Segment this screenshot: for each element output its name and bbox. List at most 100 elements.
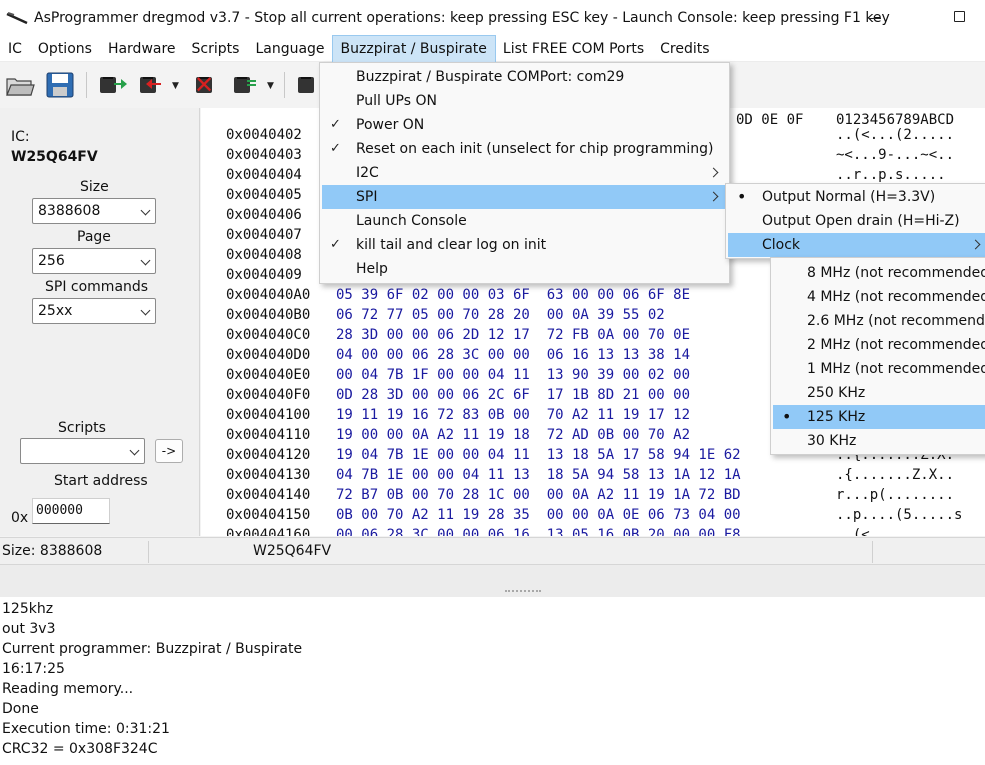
start-address-input[interactable]: 000000 [32,498,110,524]
hex-bytes[interactable]: 04 7B 1E 00 00 04 11 13 18 5A 94 58 13 1… [336,465,741,485]
run-script-button[interactable]: -> [155,439,183,463]
menu-ic[interactable]: IC [0,36,30,62]
size-select[interactable]: 8388608 [32,198,156,224]
log-panel[interactable]: 125khz out 3v3 Current programmer: Buzzpir… [0,597,985,765]
menu-item[interactable]: • 125 KHz [773,405,985,429]
log-line: Reading memory... [2,681,134,697]
hex-ascii[interactable]: ..r..p.s..... [836,165,946,185]
hex-row[interactable]: 0x00404160 00 06 28 3C 00 00 06 16 13 05 … [201,525,985,536]
check-icon: ✓ [330,117,341,132]
hex-address: 0x0040409 [226,267,302,283]
menu-item[interactable]: Buzzpirat / Buspirate COMPort: com29 [322,65,727,89]
menu-item-label: Output Open drain (H=Hi-Z) [762,213,960,229]
minimize-button[interactable] [865,8,885,28]
hex-row[interactable]: 0x00404150 0B 00 70 A2 11 19 28 35 00 00 … [201,505,985,525]
hex-address: 0x0040402 [226,127,302,143]
menu-item-label: I2C [356,165,379,181]
menu-item[interactable]: 250 KHz [773,381,985,405]
write-dropdown-icon[interactable]: ▼ [172,81,179,91]
hex-ascii[interactable]: ..p....(5.....s [836,505,962,525]
menu-item[interactable]: ✓ Power ON [322,113,727,137]
hex-row[interactable]: 0x00404140 72 B7 0B 00 70 28 1C 00 00 0A … [201,485,985,505]
spi-commands-select[interactable]: 25xx [32,298,156,324]
hex-bytes[interactable]: 00 06 28 3C 00 00 06 16 13 05 16 0B 20 0… [336,525,741,536]
chevron-right-icon [708,191,719,202]
menu-item-label: Reset on each init (unselect for chip pr… [356,141,714,157]
hex-address: 0x00404110 [226,427,311,443]
hex-address: 0x0040406 [226,207,302,223]
hex-bytes[interactable]: 72 B7 0B 00 70 28 1C 00 00 0A A2 11 19 1… [336,485,741,505]
menu-item-label: 1 MHz (not recommended) [807,361,985,377]
hex-bytes[interactable]: 04 00 00 06 28 3C 00 00 06 16 13 13 38 1… [336,345,690,365]
scripts-label: Scripts [58,420,106,436]
hex-ascii[interactable]: .{.......Z.X.. [836,465,954,485]
status-chip: W25Q64FV [253,543,332,559]
menu-item[interactable]: 4 MHz (not recommended) [773,285,985,309]
erase-chip-button[interactable]: ✕ [190,71,222,99]
menu-hardware[interactable]: Hardware [100,36,184,62]
menu-credits[interactable]: Credits [652,36,717,62]
maximize-button[interactable] [954,11,965,22]
menu-item[interactable]: 2 MHz (not recommended) [773,333,985,357]
hex-address: 0x00404100 [226,407,311,423]
read-chip-button[interactable] [94,71,127,99]
hex-ascii[interactable]: ..(<........... [836,525,962,536]
hex-bytes[interactable]: 28 3D 00 00 06 2D 12 17 72 FB 0A 00 70 0… [336,325,690,345]
hex-bytes[interactable]: 19 00 00 0A A2 11 19 18 72 AD 0B 00 70 A… [336,425,690,445]
size-label: Size [80,179,109,195]
menu-bar: IC Options Hardware Scripts Language Buz… [0,34,985,63]
spi-commands-label: SPI commands [45,279,149,295]
hex-bytes[interactable]: 0B 00 70 A2 11 19 28 35 00 00 0A 0E 06 7… [336,505,741,525]
menu-item[interactable]: SPI [322,185,727,209]
hex-address: 0x00404130 [226,467,311,483]
page-select[interactable]: 256 [32,248,156,274]
hex-bytes[interactable]: 00 04 7B 1F 00 00 04 11 13 90 39 00 02 0… [336,365,690,385]
hex-ascii[interactable]: r...p(........ [836,485,954,505]
menu-item-label: Output Normal (H=3.3V) [762,189,936,205]
verify-dropdown-icon[interactable]: ▼ [267,81,274,91]
menu-item-label: 125 KHz [807,409,866,425]
scripts-select[interactable] [20,438,145,464]
hex-bytes[interactable]: 19 04 7B 1E 00 00 04 11 13 18 5A 17 58 9… [336,445,741,465]
buzzpirat-menu: Buzzpirat / Buspirate COMPort: com29 Pull… [319,62,730,284]
hex-ascii[interactable]: ~<...9-...~<.. [836,145,954,165]
menu-item[interactable]: Output Open drain (H=Hi-Z) [728,209,985,233]
hex-bytes[interactable]: 05 39 6F 02 00 00 03 6F 63 00 00 06 6F 8… [336,285,690,305]
menu-buzzpirat[interactable]: Buzzpirat / Buspirate [331,34,496,63]
hex-ascii[interactable]: ..(<...(2..... [836,125,954,145]
hex-row[interactable]: 0x00404130 04 7B 1E 00 00 04 11 13 18 5A … [201,465,985,485]
verify-chip-button[interactable] [228,71,260,99]
hex-address: 0x00404140 [226,487,311,503]
hex-bytes[interactable]: 19 11 19 16 72 83 0B 00 70 A2 11 19 17 1… [336,405,690,425]
menu-item[interactable]: 2.6 MHz (not recommended) [773,309,985,333]
spi-submenu: • Output Normal (H=3.3V) Output Open drain… [725,183,985,259]
menu-item[interactable]: • Output Normal (H=3.3V) [728,185,985,209]
menu-item[interactable]: Launch Console [322,209,727,233]
menu-item[interactable]: ✓ Reset on each init (unselect for chip p… [322,137,727,161]
menu-item[interactable]: Pull UPs ON [322,89,727,113]
hex-address: 0x004040A0 [226,287,311,303]
menu-item[interactable]: Help [322,257,727,281]
menu-language[interactable]: Language [247,36,332,62]
left-panel: IC: W25Q64FV Size 8388608 Page 256 SPI c… [0,108,200,536]
start-address-label: Start address [54,473,148,489]
log-line: 16:17:25 [2,661,65,677]
menu-item[interactable]: 30 KHz [773,429,985,453]
menu-list-com-ports[interactable]: List FREE COM Ports [495,36,652,62]
hex-bytes[interactable]: 0D 28 3D 00 00 06 2C 6F 17 1B 8D 21 00 0… [336,385,690,405]
log-line: Current programmer: Buzzpirat / Buspirat… [2,641,303,657]
menu-scripts[interactable]: Scripts [184,36,248,62]
menu-options[interactable]: Options [30,36,100,62]
menu-item[interactable]: Clock [728,233,985,257]
open-folder-button[interactable] [4,71,36,99]
save-button[interactable] [44,71,76,99]
menu-item[interactable]: I2C [322,161,727,185]
hex-bytes[interactable]: 06 72 77 05 00 70 28 20 00 0A 39 55 02 [336,305,665,325]
menu-item-label: 2 MHz (not recommended) [807,337,985,353]
splitter[interactable] [0,565,985,597]
menu-item[interactable]: 1 MHz (not recommended) [773,357,985,381]
menu-item[interactable]: 8 MHz (not recommended) [773,261,985,285]
write-chip-button[interactable] [134,71,166,99]
menu-item[interactable]: ✓ kill tail and clear log on init [322,233,727,257]
window-title: AsProgrammer dregmod v3.7 - Stop all cur… [34,10,890,26]
